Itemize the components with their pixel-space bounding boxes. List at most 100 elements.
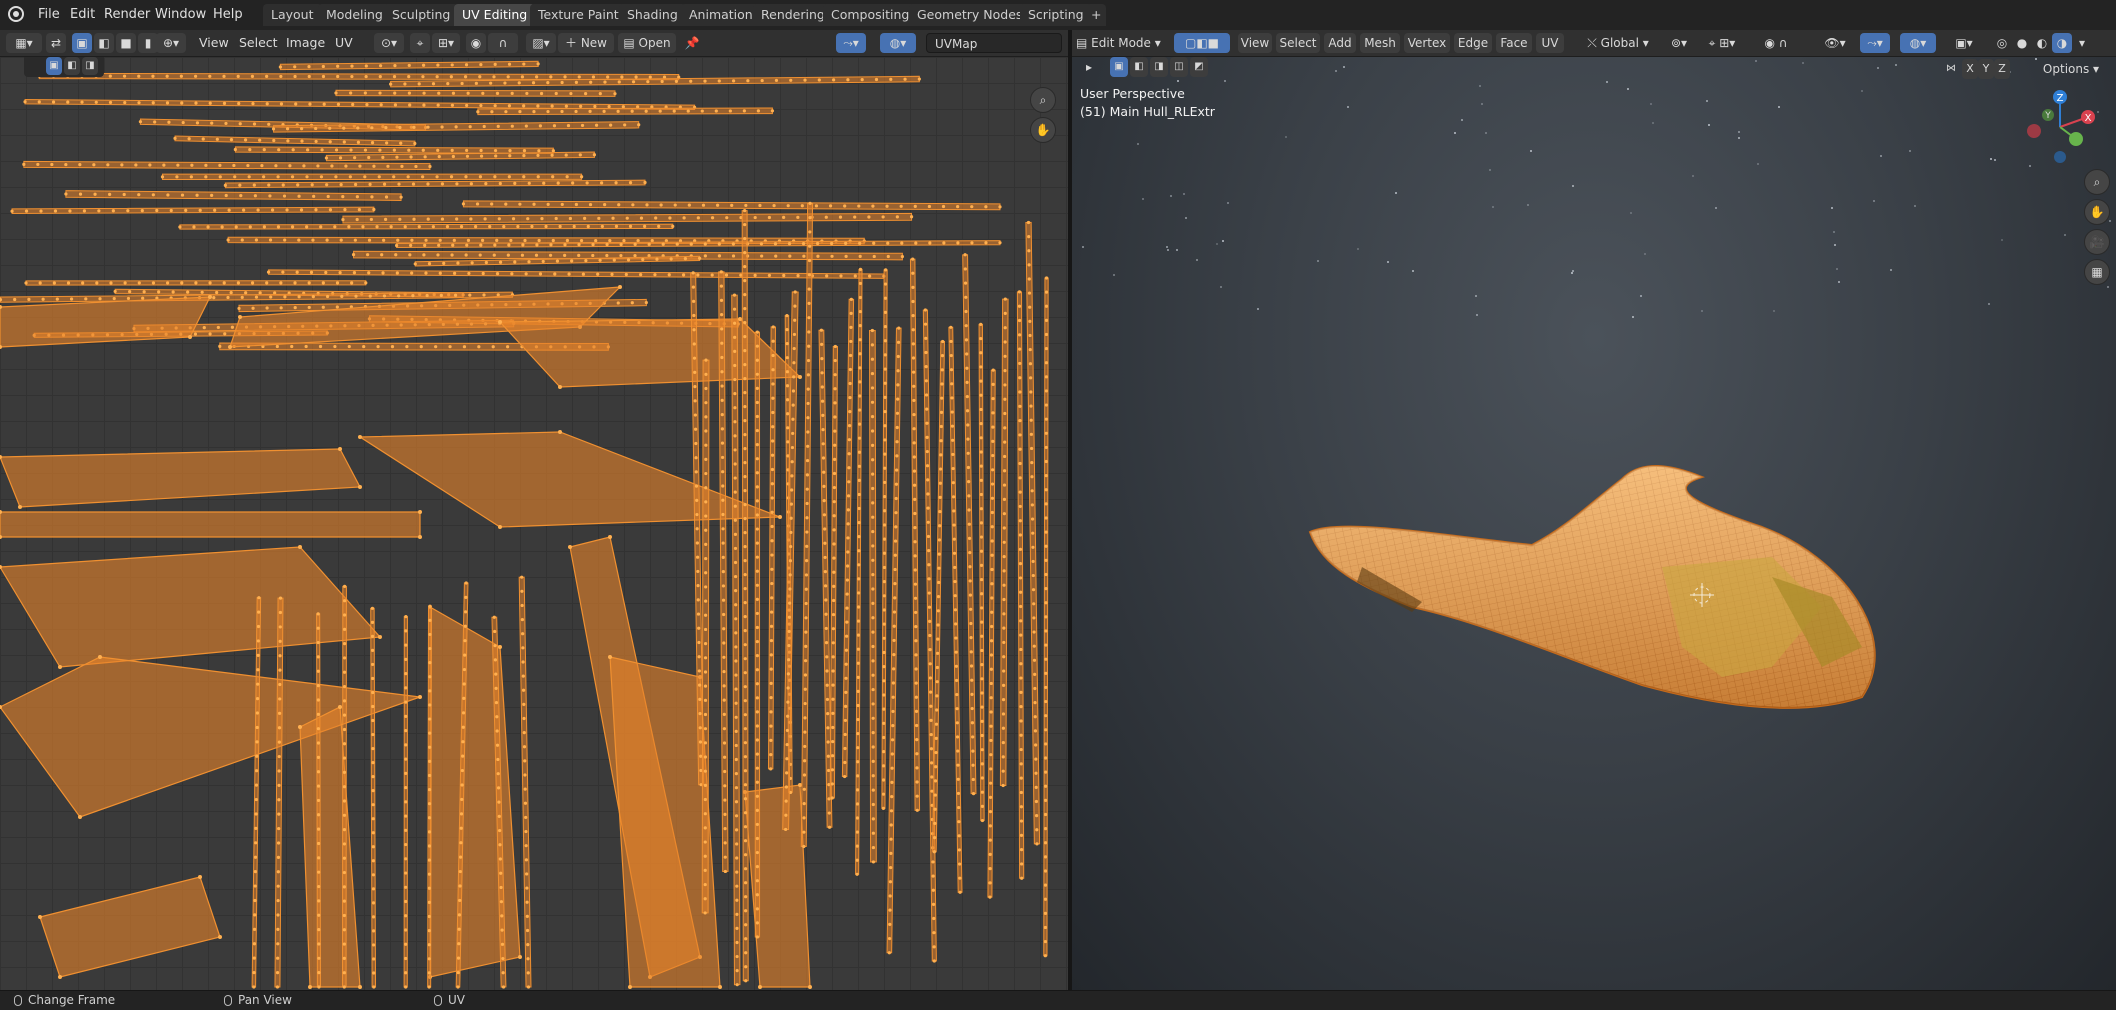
shading-wire-icon[interactable]: ◎ — [1992, 33, 2012, 53]
pivot-3d-icon[interactable]: ⊚▾ — [1664, 33, 1694, 53]
uv-editor-canvas[interactable]: ▣ ◧ ◨ ⌕ ✋ — [0, 57, 1068, 990]
shading-material-icon[interactable]: ◐ — [2032, 33, 2052, 53]
tab-geometry-nodes[interactable]: Geometry Nodes — [909, 4, 1031, 26]
proportional-3d-icon[interactable]: ◉ ∩ — [1754, 33, 1798, 53]
select-extend-icon[interactable]: ◧ — [64, 57, 80, 75]
gizmo-neg-z[interactable] — [2054, 151, 2066, 163]
star — [1737, 131, 1740, 134]
menu-window[interactable]: Window — [150, 5, 211, 25]
menu-select[interactable]: Select — [239, 33, 278, 53]
snap-mode-dropdown[interactable]: ⊞▾ — [432, 33, 460, 53]
select-invert-3d-icon[interactable]: ◫ — [1170, 57, 1188, 77]
select-box-icon[interactable]: ▣ — [46, 57, 62, 75]
zoom-3d-icon[interactable]: ⌕ — [2084, 169, 2110, 195]
snap-icon[interactable]: ⌖ — [410, 33, 430, 53]
pivot-icon[interactable]: ⊙▾ — [374, 33, 404, 53]
image-editor-icon[interactable]: ▦▾ — [6, 33, 42, 53]
hand-3d-icon[interactable]: ✋ — [2084, 199, 2110, 225]
shading-rendered-icon[interactable]: ◑ — [2052, 33, 2072, 53]
axis-y-toggle[interactable]: Y — [1978, 59, 1994, 79]
3d-viewport[interactable]: ▸ ▣ ◧ ◨ ◫ ◩ User Perspective (51) Main H… — [1072, 57, 2116, 990]
gizmo-neg-x[interactable] — [2027, 124, 2041, 138]
xray-icon[interactable]: ▣▾ — [1946, 33, 1982, 53]
mouse-middle-icon — [224, 995, 232, 1006]
uv-strip-h — [223, 179, 647, 189]
menu-vertex[interactable]: Vertex — [1404, 33, 1450, 53]
menu-file[interactable]: File — [33, 5, 65, 25]
tab-uv-editing[interactable]: UV Editing — [454, 4, 536, 26]
uv-sync-view-toggle[interactable]: ⤳▾ — [836, 33, 866, 53]
navigation-gizmo[interactable]: Z X Y — [2020, 87, 2100, 167]
island-select-icon[interactable]: ▮ — [138, 33, 158, 53]
menu-mesh[interactable]: Mesh — [1360, 33, 1400, 53]
menu-add[interactable]: Add — [1324, 33, 1356, 53]
tab-animation[interactable]: Animation — [681, 4, 761, 26]
gizmo-y[interactable] — [2069, 132, 2083, 146]
grid-icon[interactable]: ▦ — [2084, 259, 2110, 285]
select-extend-3d-icon[interactable]: ◧ — [1130, 57, 1148, 77]
face-select-icon[interactable]: ■ — [116, 33, 136, 53]
tab-texture-paint[interactable]: Texture Paint — [530, 4, 627, 26]
hand-icon[interactable]: ✋ — [1030, 117, 1056, 143]
star — [1913, 205, 1916, 208]
axis-z-toggle[interactable]: Z — [1994, 59, 2010, 79]
mode-dropdown[interactable]: ▤ Edit Mode ▾ — [1076, 33, 1166, 53]
menu-uv[interactable]: UV — [335, 33, 353, 53]
overlay-3d-toggle[interactable]: ◍▾ — [1900, 33, 1936, 53]
menu-view-3d[interactable]: View — [1238, 33, 1272, 53]
menu-help[interactable]: Help — [208, 5, 248, 25]
orientation-dropdown[interactable]: ⤬ Global ▾ — [1580, 33, 1656, 53]
tool-toggle-icon[interactable]: ▸ — [1080, 57, 1098, 77]
sticky-select-dropdown[interactable]: ⊕▾ — [156, 33, 186, 53]
menu-uv-3d[interactable]: UV — [1536, 33, 1564, 53]
image-type-dropdown[interactable]: ▨▾ — [526, 33, 556, 53]
add-workspace-button[interactable]: + — [1086, 4, 1107, 26]
menu-select-3d[interactable]: Select — [1276, 33, 1320, 53]
mirror-icon[interactable]: ⋈ — [1942, 59, 1960, 79]
select-subtract-3d-icon[interactable]: ◨ — [1150, 57, 1168, 77]
select-subtract-icon[interactable]: ◨ — [82, 57, 98, 75]
tab-layout[interactable]: Layout — [263, 4, 322, 26]
ship-hull-mesh[interactable] — [1302, 417, 1942, 737]
options-dropdown[interactable]: Options ▾ — [2034, 59, 2108, 79]
tab-compositing[interactable]: Compositing — [823, 4, 918, 26]
snap-3d-icon[interactable]: ⌖ ⊞▾ — [1698, 33, 1746, 53]
tab-rendering[interactable]: Rendering — [753, 4, 833, 26]
vertex-select-icon[interactable]: ▣ — [72, 33, 92, 53]
pin-icon[interactable]: 📌 — [682, 33, 702, 53]
uvmap-field[interactable]: UVMap — [926, 33, 1062, 53]
edge-select-icon[interactable]: ◧ — [94, 33, 114, 53]
new-image-button[interactable]: ＋ New — [558, 33, 614, 53]
menu-edge[interactable]: Edge — [1454, 33, 1492, 53]
proportional-icon[interactable]: ◉ — [466, 33, 486, 53]
shading-solid-icon[interactable]: ● — [2012, 33, 2032, 53]
shading-dropdown[interactable]: ▾ — [2072, 33, 2092, 53]
zoom-icon[interactable]: ⌕ — [1030, 87, 1056, 113]
select-mode-buttons[interactable]: ▢◧■ — [1174, 33, 1230, 53]
menu-render[interactable]: Render — [99, 5, 155, 25]
sync-icon[interactable]: ⇄ — [46, 33, 66, 53]
blender-icon[interactable] — [8, 6, 24, 22]
tab-sculpting[interactable]: Sculpting — [384, 4, 459, 26]
star — [1342, 65, 1345, 68]
axis-x-toggle[interactable]: X — [1962, 59, 1978, 79]
menu-view[interactable]: View — [199, 33, 229, 53]
camera-icon[interactable]: 🎥 — [2084, 229, 2110, 255]
menu-face[interactable]: Face — [1496, 33, 1532, 53]
visibility-icon[interactable]: 👁▾ — [1820, 33, 1850, 53]
select-intersect-3d-icon[interactable]: ◩ — [1190, 57, 1208, 77]
tab-shading[interactable]: Shading — [619, 4, 686, 26]
falloff-dropdown[interactable]: ∩ — [488, 33, 518, 53]
overlay-toggle[interactable]: ◍▾ — [880, 33, 916, 53]
menu-image[interactable]: Image — [286, 33, 325, 53]
tab-modeling[interactable]: Modeling — [318, 4, 391, 26]
tab-scripting[interactable]: Scripting — [1020, 4, 1092, 26]
menu-edit[interactable]: Edit — [65, 5, 100, 25]
star — [1215, 242, 1218, 245]
star — [1691, 174, 1694, 177]
star — [1479, 84, 1482, 87]
select-box-3d-icon[interactable]: ▣ — [1110, 57, 1128, 77]
gizmo-toggle[interactable]: ⤳▾ — [1860, 33, 1890, 53]
star — [1492, 206, 1495, 209]
open-image-button[interactable]: ▤ Open — [618, 33, 676, 53]
